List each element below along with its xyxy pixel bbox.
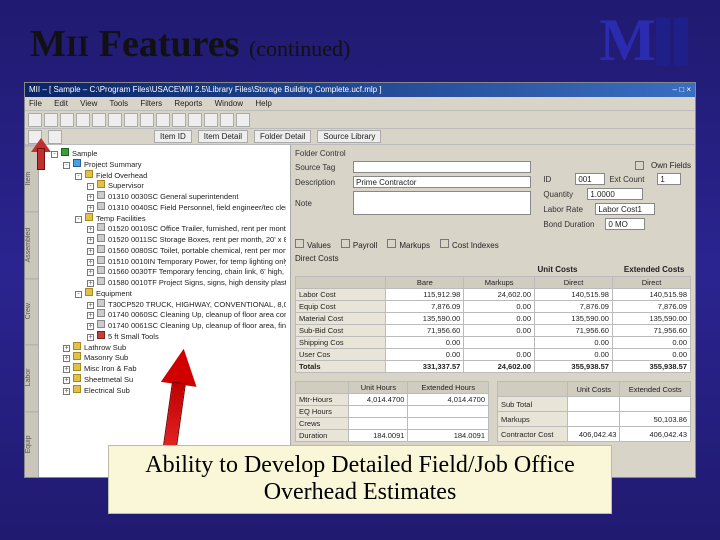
toolbar	[25, 111, 695, 129]
toolbar-icon[interactable]	[172, 113, 186, 127]
labor-rate-label: Labor Rate	[543, 205, 591, 214]
quantity-label: Quantity	[543, 190, 583, 199]
slide-caption: Ability to Develop Detailed Field/Job Of…	[108, 445, 612, 514]
tab-folder-detail[interactable]: Folder Detail	[254, 130, 311, 143]
app-window: MII – [ Sample – C:\Program Files\USACE\…	[24, 82, 696, 478]
toolbar-icon[interactable]	[76, 113, 90, 127]
folder-control-label: Folder Control	[295, 149, 349, 158]
menu-window[interactable]: Window	[215, 99, 243, 108]
tree-node[interactable]: +01520 0011SC Storage Boxes, rent per mo…	[43, 234, 286, 245]
ext-costs-header: Extended Costs	[617, 265, 691, 274]
bond-duration-field[interactable]: 0 MO	[605, 218, 645, 230]
window-title: MII – [ Sample – C:\Program Files\USACE\…	[29, 83, 382, 97]
bond-duration-label: Bond Duration	[543, 220, 601, 229]
tab-cost-indexes[interactable]: Cost Indexes	[440, 239, 499, 250]
tree-node[interactable]: +01510 0010IN Temporary Power, for temp …	[43, 256, 286, 267]
tab-item-id[interactable]: Item ID	[154, 130, 192, 143]
toolbar-icon[interactable]	[124, 113, 138, 127]
mid-tabs[interactable]: Values Payroll Markups Cost Indexes	[295, 239, 691, 250]
tree-node[interactable]: -Temp Facilities	[43, 213, 286, 224]
tree-node[interactable]: +01310 0040SC Field Personnel, field eng…	[43, 202, 286, 213]
toolbar-icon[interactable]	[44, 113, 58, 127]
labor-rate-field[interactable]: Labor Cost1	[595, 203, 655, 215]
tree-node[interactable]: -Project Summary	[43, 159, 286, 170]
menu-file[interactable]: File	[29, 99, 42, 108]
vtab[interactable]: Assembled	[25, 211, 38, 277]
menu-view[interactable]: View	[80, 99, 97, 108]
source-tag-label: Source Tag	[295, 163, 349, 172]
tree-node[interactable]: +01310 0030SC General superintendent	[43, 191, 286, 202]
tree-node[interactable]: +01560 0080SC Toilet, portable chemical,…	[43, 245, 286, 256]
menu-filters[interactable]: Filters	[140, 99, 162, 108]
unit-costs-header: Unit Costs	[498, 265, 618, 274]
own-fields-checkbox[interactable]	[635, 161, 644, 170]
toolbar-icon[interactable]	[204, 113, 218, 127]
vtab[interactable]: Labor	[25, 344, 38, 410]
menu-bar[interactable]: File Edit View Tools Filters Reports Win…	[25, 97, 695, 111]
id-label: ID	[543, 175, 571, 184]
tree-node[interactable]: +5 ft Small Tools	[43, 331, 286, 342]
toolbar-icon[interactable]	[28, 113, 42, 127]
tab-values[interactable]: Values	[295, 239, 331, 250]
tab-markups[interactable]: Markups	[387, 239, 430, 250]
annotation-small-arrow	[34, 140, 48, 170]
detail-panel: Folder Control Source Tag Description Pr…	[291, 145, 695, 477]
left-vertical-tabs[interactable]: Item Assembled Crew Labor Equip	[25, 145, 39, 477]
folder-hours-table: Unit HoursExtended HoursMtr-Hours4,014.4…	[295, 381, 489, 442]
note-field[interactable]	[353, 191, 531, 215]
tree-node[interactable]: +01740 0061SC Cleaning Up, cleanup of fl…	[43, 320, 286, 331]
tree-node[interactable]: +01580 0010TF Project Signs, signs, high…	[43, 277, 286, 288]
note-label: Note	[295, 199, 349, 208]
tree-node[interactable]: -Field Overhead	[43, 170, 286, 181]
tab-source-library[interactable]: Source Library	[317, 130, 381, 143]
toolbar-icon[interactable]	[236, 113, 250, 127]
tab-payroll[interactable]: Payroll	[341, 239, 377, 250]
mii-logo: M	[599, 6, 698, 75]
tab-item-detail[interactable]: Item Detail	[198, 130, 248, 143]
window-titlebar: MII – [ Sample – C:\Program Files\USACE\…	[25, 83, 695, 97]
tree-node[interactable]: -Supervisor	[43, 180, 286, 191]
vtab[interactable]: Equip	[25, 411, 38, 477]
tree-node[interactable]: -Equipment	[43, 288, 286, 299]
tree-node[interactable]: -Sample	[43, 148, 286, 159]
description-label: Description	[295, 178, 349, 187]
toolbar-icon[interactable]	[188, 113, 202, 127]
tree-node[interactable]: +01520 0010SC Office Trailer, furnished,…	[43, 223, 286, 234]
slide-title: MII Features (continued)	[30, 22, 350, 66]
toolbar-icon[interactable]	[60, 113, 74, 127]
description-field[interactable]: Prime Contractor	[353, 176, 531, 188]
toolbar-icon[interactable]	[220, 113, 234, 127]
ext-count-label: Ext Count	[609, 175, 653, 184]
own-fields-label: Own Fields	[651, 161, 691, 170]
project-cost-table: Unit CostsExtended CostsSub TotalMarkups…	[497, 381, 691, 442]
ext-count-field[interactable]: 1	[657, 173, 681, 185]
toolbar-icon[interactable]	[156, 113, 170, 127]
direct-costs-label: Direct Costs	[295, 254, 691, 263]
tree-node[interactable]: +T30CP520 TRUCK, HIGHWAY, CONVENTIONAL, …	[43, 299, 286, 310]
toolbar-secondary: Item ID Item Detail Folder Detail Source…	[25, 129, 695, 145]
source-tag-field[interactable]	[353, 161, 531, 173]
tree-node[interactable]: +01740 0060SC Cleaning Up, cleanup of fl…	[43, 309, 286, 320]
menu-tools[interactable]: Tools	[109, 99, 128, 108]
vtab[interactable]: Crew	[25, 278, 38, 344]
menu-edit[interactable]: Edit	[54, 99, 68, 108]
toolbar-icon[interactable]	[140, 113, 154, 127]
quantity-field[interactable]: 1.0000	[587, 188, 643, 200]
id-field[interactable]: 001	[575, 173, 605, 185]
direct-costs-table: BareMarkupsDirectDirectLabor Cost115,912…	[295, 276, 691, 373]
tree-node[interactable]: +01560 0030TF Temporary fencing, chain l…	[43, 266, 286, 277]
menu-help[interactable]: Help	[255, 99, 271, 108]
toolbar-icon[interactable]	[108, 113, 122, 127]
menu-reports[interactable]: Reports	[174, 99, 202, 108]
toolbar-icon[interactable]	[92, 113, 106, 127]
window-controls[interactable]: – □ ×	[673, 83, 691, 97]
